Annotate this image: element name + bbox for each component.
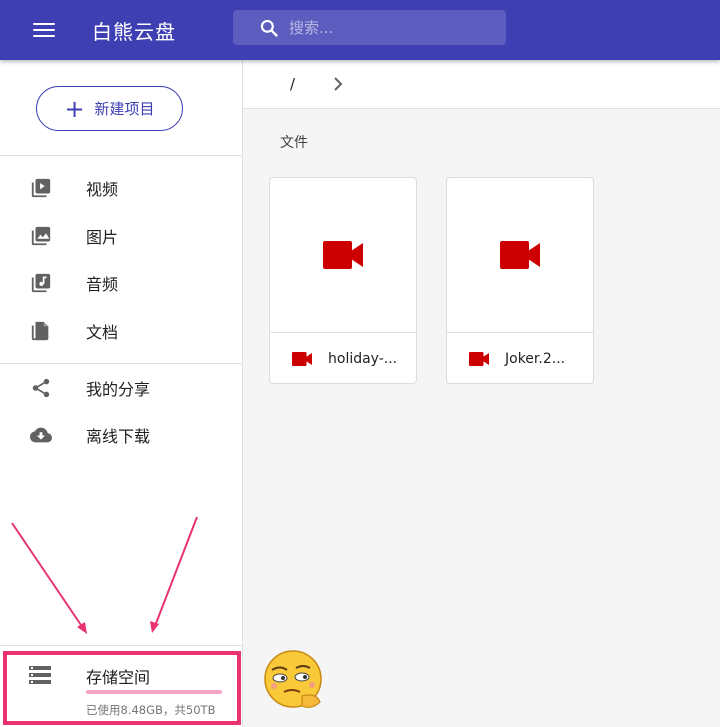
hamburger-menu-icon[interactable]	[33, 21, 55, 39]
search-box[interactable]	[233, 10, 506, 45]
chevron-right-icon[interactable]	[331, 75, 345, 97]
video-camera-icon	[500, 241, 540, 269]
breadcrumb: /	[243, 60, 720, 109]
sidebar-item-label: 音频	[86, 275, 119, 294]
app-bar: 白熊云盘	[0, 0, 720, 60]
sidebar-item-images[interactable]: 图片	[0, 213, 242, 259]
app-title: 白熊云盘	[92, 19, 176, 44]
video-camera-icon	[323, 241, 363, 269]
share-icon	[29, 376, 53, 400]
file-card[interactable]: holiday-...	[269, 177, 417, 384]
sidebar-item-label: 文档	[86, 323, 119, 342]
image-icon	[29, 224, 53, 248]
files-section-label: 文件	[280, 135, 308, 151]
video-camera-icon	[292, 352, 312, 366]
sidebar-item-label: 离线下载	[86, 427, 151, 446]
search-icon	[260, 19, 278, 37]
file-thumbnail	[270, 178, 416, 333]
sidebar-item-video[interactable]: 视频	[0, 165, 242, 211]
sidebar-item-offline-download[interactable]: 离线下载	[0, 412, 242, 458]
file-info: Joker.2...	[447, 333, 593, 383]
sidebar-item-label: 视频	[86, 180, 119, 199]
file-card[interactable]: Joker.2...	[446, 177, 594, 384]
sidebar-divider	[0, 363, 242, 364]
sidebar-item-label: 图片	[86, 228, 119, 247]
thinking-face-sticker	[264, 650, 322, 708]
storage-panel[interactable]: 存储空间 已使用8.48GB，共50TB	[0, 645, 242, 727]
video-camera-icon	[469, 352, 489, 366]
music-library-icon	[29, 271, 53, 295]
new-item-button[interactable]: + 新建项目	[36, 86, 183, 131]
cloud-download-icon	[29, 423, 53, 447]
sidebar-item-label: 我的分享	[86, 380, 151, 399]
video-library-icon	[29, 176, 53, 200]
storage-usage-text: 已使用8.48GB，共50TB	[86, 703, 216, 717]
main-content: / 文件 holiday-... Joker.2...	[243, 60, 720, 727]
file-info: holiday-...	[270, 333, 416, 383]
file-name: holiday-...	[328, 351, 398, 367]
sidebar: + 新建项目 视频 图片 音频 文档 我的分享 离线下载 存储空间 已使用8.4…	[0, 60, 243, 727]
storage-progress-bar	[86, 690, 222, 694]
file-thumbnail	[447, 178, 593, 333]
search-input[interactable]	[289, 18, 489, 37]
sidebar-item-audio[interactable]: 音频	[0, 260, 242, 306]
sidebar-item-documents[interactable]: 文档	[0, 308, 242, 354]
sidebar-item-my-shares[interactable]: 我的分享	[0, 365, 242, 411]
storage-title: 存储空间	[86, 668, 151, 687]
new-item-label: 新建项目	[94, 100, 155, 118]
sidebar-divider	[0, 155, 242, 156]
document-icon	[29, 319, 53, 343]
plus-icon: +	[64, 94, 85, 123]
storage-icon	[29, 666, 51, 688]
file-name: Joker.2...	[505, 351, 566, 367]
breadcrumb-root[interactable]: /	[290, 75, 295, 93]
